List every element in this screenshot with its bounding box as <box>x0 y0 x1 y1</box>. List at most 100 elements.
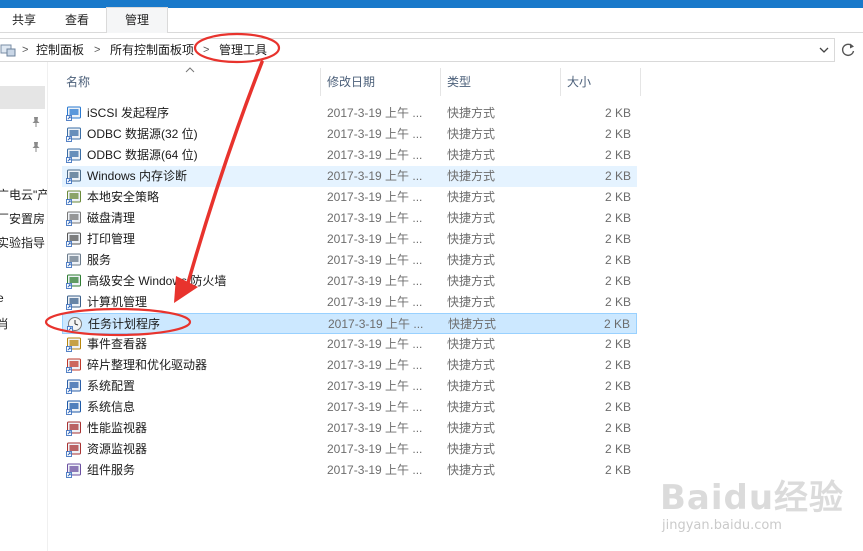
refresh-icon[interactable] <box>838 40 858 60</box>
file-row[interactable]: 磁盘清理 2017-3-19 上午 ... 快捷方式 2 KB <box>62 208 637 229</box>
watermark-url: jingyan.baidu.com <box>662 518 782 533</box>
file-date: 2017-3-19 上午 ... <box>328 317 424 331</box>
breadcrumb-separator: > <box>94 44 101 56</box>
file-name: ODBC 数据源(32 位) <box>87 127 198 141</box>
file-row[interactable]: 高级安全 Windows 防火墙 2017-3-19 上午 ... 快捷方式 2 KB <box>62 271 637 292</box>
file-row[interactable]: Windows 内存诊断 2017-3-19 上午 ... 快捷方式 2 KB <box>62 166 637 187</box>
file-row[interactable]: 事件查看器 2017-3-19 上午 ... 快捷方式 2 KB <box>62 334 637 355</box>
tab-view[interactable]: 查看 <box>56 8 98 32</box>
file-row[interactable]: 计算机管理 2017-3-19 上午 ... 快捷方式 2 KB <box>62 292 637 313</box>
security-policy-icon <box>66 190 81 205</box>
column-divider[interactable] <box>320 68 321 96</box>
file-type: 快捷方式 <box>447 295 496 309</box>
nav-item[interactable]: 广电云"产 <box>0 186 47 203</box>
file-row[interactable]: 碎片整理和优化驱动器 2017-3-19 上午 ... 快捷方式 2 KB <box>62 355 637 376</box>
file-type: 快捷方式 <box>447 274 496 288</box>
file-date: 2017-3-19 上午 ... <box>327 274 423 288</box>
file-row[interactable]: 组件服务 2017-3-19 上午 ... 快捷方式 2 KB <box>62 460 637 481</box>
file-date: 2017-3-19 上午 ... <box>327 232 423 246</box>
nav-item[interactable]: e <box>0 291 4 305</box>
column-header-type[interactable]: 类型 <box>447 66 471 98</box>
file-name: Windows 内存诊断 <box>87 169 188 183</box>
file-date: 2017-3-19 上午 ... <box>327 295 423 309</box>
nav-item[interactable]: 肖 <box>0 315 9 332</box>
file-row[interactable]: 性能监视器 2017-3-19 上午 ... 快捷方式 2 KB <box>62 418 637 439</box>
file-size: 2 KB <box>604 148 631 162</box>
breadcrumb-all-items[interactable]: 所有控制面板项 <box>110 39 194 61</box>
navigation-pane[interactable]: 广电云"产 厂安置房 实验指导 e 肖 <box>0 62 48 551</box>
breadcrumb-separator: > <box>22 44 29 56</box>
file-row[interactable]: 服务 2017-3-19 上午 ... 快捷方式 2 KB <box>62 250 637 271</box>
performance-monitor-icon <box>66 421 81 436</box>
system-info-icon <box>66 400 81 415</box>
file-date: 2017-3-19 上午 ... <box>327 106 423 120</box>
file-row[interactable]: ODBC 数据源(32 位) 2017-3-19 上午 ... 快捷方式 2 KB <box>62 124 637 145</box>
file-type: 快捷方式 <box>447 211 496 225</box>
file-row[interactable]: ODBC 数据源(64 位) 2017-3-19 上午 ... 快捷方式 2 KB <box>62 145 637 166</box>
file-type: 快捷方式 <box>447 127 496 141</box>
column-header-size[interactable]: 大小 <box>567 66 591 98</box>
file-date: 2017-3-19 上午 ... <box>327 442 423 456</box>
pin-icon[interactable] <box>31 141 41 153</box>
column-divider[interactable] <box>560 68 561 96</box>
nav-item[interactable]: 实验指导 <box>0 234 45 251</box>
breadcrumb-admin-tools[interactable]: 管理工具 <box>219 39 267 61</box>
file-name: 系统信息 <box>87 400 136 414</box>
file-type: 快捷方式 <box>447 106 496 120</box>
file-row[interactable]: iSCSI 发起程序 2017-3-19 上午 ... 快捷方式 2 KB <box>62 103 637 124</box>
address-bar[interactable]: > 控制面板 > 所有控制面板项 > 管理工具 <box>0 38 835 62</box>
column-header-date[interactable]: 修改日期 <box>327 66 375 98</box>
file-size: 2 KB <box>604 400 631 414</box>
column-divider[interactable] <box>440 68 441 96</box>
nav-item-selected[interactable] <box>0 86 45 109</box>
memory-diagnostic-icon <box>66 169 81 184</box>
file-size: 2 KB <box>604 442 631 456</box>
file-date: 2017-3-19 上午 ... <box>327 169 423 183</box>
file-date: 2017-3-19 上午 ... <box>327 463 423 477</box>
odbc-icon <box>66 127 81 142</box>
file-type: 快捷方式 <box>447 379 496 393</box>
breadcrumb-separator: > <box>203 44 210 56</box>
file-name: 性能监视器 <box>87 421 148 435</box>
file-name: 碎片整理和优化驱动器 <box>87 358 208 372</box>
file-name: 资源监视器 <box>87 442 148 456</box>
file-size: 2 KB <box>603 317 630 331</box>
file-type: 快捷方式 <box>447 400 496 414</box>
chevron-down-icon[interactable] <box>818 44 830 56</box>
file-row[interactable]: 资源监视器 2017-3-19 上午 ... 快捷方式 2 KB <box>62 439 637 460</box>
event-viewer-icon <box>66 337 81 352</box>
file-size: 2 KB <box>604 127 631 141</box>
breadcrumb-control-panel[interactable]: 控制面板 <box>36 39 84 61</box>
file-date: 2017-3-19 上午 ... <box>327 337 423 351</box>
column-divider[interactable] <box>640 68 641 96</box>
column-header-name[interactable]: 名称 <box>66 66 90 98</box>
component-services-icon <box>66 463 81 478</box>
file-size: 2 KB <box>604 106 631 120</box>
file-name: 事件查看器 <box>87 337 148 351</box>
system-config-icon <box>66 379 81 394</box>
file-type: 快捷方式 <box>447 463 496 477</box>
defrag-icon <box>66 358 81 373</box>
file-row[interactable]: 任务计划程序 2017-3-19 上午 ... 快捷方式 2 KB <box>62 313 637 334</box>
file-size: 2 KB <box>604 274 631 288</box>
file-date: 2017-3-19 上午 ... <box>327 400 423 414</box>
file-size: 2 KB <box>604 169 631 183</box>
file-name: 系统配置 <box>87 379 136 393</box>
file-row[interactable]: 打印管理 2017-3-19 上午 ... 快捷方式 2 KB <box>62 229 637 250</box>
file-size: 2 KB <box>604 421 631 435</box>
tab-manage[interactable]: 管理 <box>106 7 168 33</box>
file-row[interactable]: 系统配置 2017-3-19 上午 ... 快捷方式 2 KB <box>62 376 637 397</box>
pin-icon[interactable] <box>31 116 41 128</box>
tab-share[interactable]: 共享 <box>4 8 44 32</box>
resource-monitor-icon <box>66 442 81 457</box>
file-row[interactable]: 系统信息 2017-3-19 上午 ... 快捷方式 2 KB <box>62 397 637 418</box>
file-type: 快捷方式 <box>447 169 496 183</box>
file-size: 2 KB <box>604 211 631 225</box>
nav-item[interactable]: 厂安置房 <box>0 210 45 227</box>
file-size: 2 KB <box>604 295 631 309</box>
file-date: 2017-3-19 上午 ... <box>327 148 423 162</box>
file-type: 快捷方式 <box>447 337 496 351</box>
file-name: 任务计划程序 <box>88 317 161 331</box>
file-size: 2 KB <box>604 337 631 351</box>
file-row[interactable]: 本地安全策略 2017-3-19 上午 ... 快捷方式 2 KB <box>62 187 637 208</box>
